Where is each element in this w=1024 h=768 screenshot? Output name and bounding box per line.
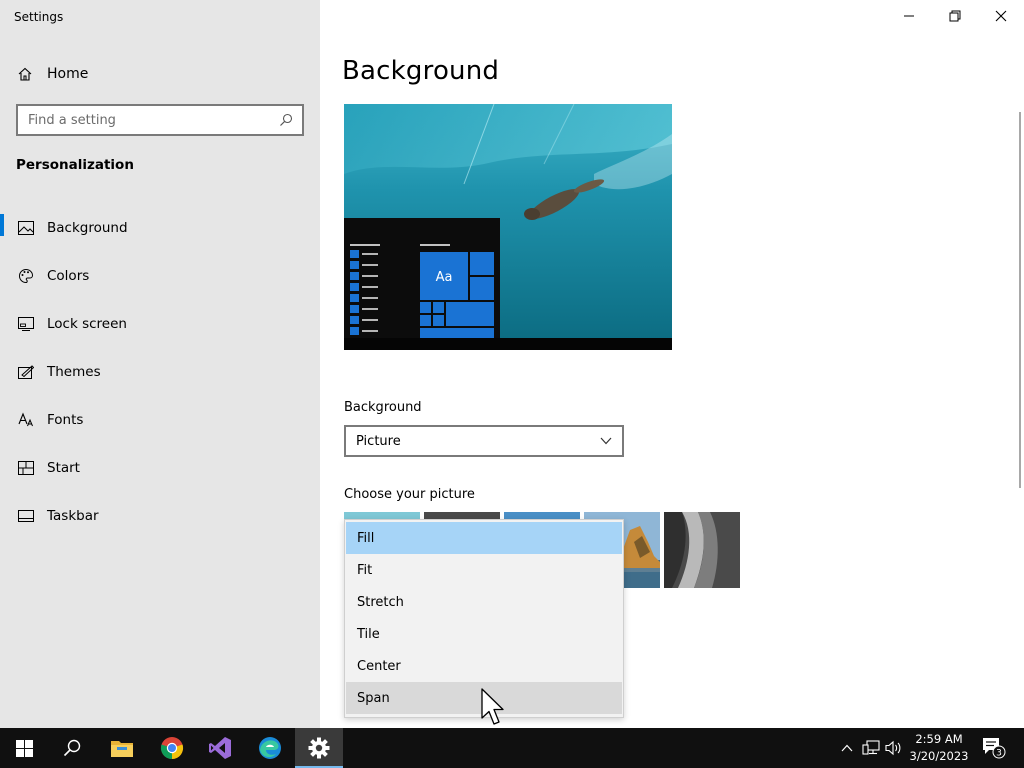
minimize-button[interactable]: [886, 0, 932, 32]
background-label: Background: [344, 400, 422, 415]
scrollbar[interactable]: [1019, 112, 1021, 488]
clock-date: 3/20/2023: [909, 749, 969, 763]
sidebar-nav: Background Colors Lock screen Themes Fon…: [0, 204, 320, 540]
search-box[interactable]: [16, 104, 304, 136]
settings-icon: [308, 737, 330, 759]
taskbar-clock[interactable]: 2:59 AM 3/20/2023: [906, 731, 972, 765]
network-icon: [862, 740, 880, 755]
chrome-button[interactable]: [148, 728, 196, 768]
network-button[interactable]: [860, 728, 882, 768]
sidebar-item-label: Lock screen: [47, 316, 127, 332]
preview-tile-text: Aa: [436, 270, 453, 285]
volume-icon: [885, 740, 901, 756]
fit-option-fit[interactable]: Fit: [346, 554, 622, 586]
fit-option-tile[interactable]: Tile: [346, 618, 622, 650]
search-input[interactable]: [28, 112, 278, 128]
visual-studio-button[interactable]: [196, 728, 244, 768]
fit-option-fill[interactable]: Fill: [346, 522, 622, 554]
sidebar-item-label: Fonts: [47, 412, 84, 428]
picture-thumbnail[interactable]: [664, 512, 740, 588]
home-link[interactable]: Home: [16, 63, 88, 85]
file-explorer-icon: [111, 741, 133, 757]
taskbar: 2:59 AM 3/20/2023 3: [0, 728, 1024, 768]
lock-screen-icon: [17, 315, 35, 333]
home-icon: [16, 65, 34, 83]
sidebar-item-background[interactable]: Background: [0, 204, 320, 252]
sidebar-item-taskbar[interactable]: Taskbar: [0, 492, 320, 540]
restore-icon: [949, 10, 961, 22]
section-title: Personalization: [16, 157, 134, 173]
background-type-select[interactable]: Picture: [344, 425, 624, 457]
sidebar-item-colors[interactable]: Colors: [0, 252, 320, 300]
windows-logo-icon: [15, 739, 33, 757]
fonts-icon: [17, 411, 35, 429]
sidebar-item-themes[interactable]: Themes: [0, 348, 320, 396]
visual-studio-icon: [209, 737, 231, 759]
chevron-up-icon: [841, 744, 853, 752]
restore-button[interactable]: [932, 0, 978, 32]
clock-time: 2:59 AM: [915, 732, 963, 746]
fit-option-stretch[interactable]: Stretch: [346, 586, 622, 618]
search-icon: [63, 739, 81, 757]
mouse-cursor-icon: [481, 688, 504, 725]
sidebar-item-label: Colors: [47, 268, 90, 284]
close-icon: [995, 10, 1007, 22]
background-type-value: Picture: [356, 433, 401, 449]
volume-button[interactable]: [884, 728, 904, 768]
search-icon[interactable]: [278, 112, 294, 128]
picture-icon: [17, 219, 35, 237]
start-icon: [17, 459, 35, 477]
home-label: Home: [47, 66, 89, 82]
sidebar-item-label: Start: [47, 460, 80, 476]
wallpaper-preview-image: Aa: [344, 104, 672, 350]
app-title: Settings: [14, 10, 64, 24]
page-title: Background: [342, 56, 500, 86]
sidebar-item-label: Themes: [47, 364, 101, 380]
fit-option-center[interactable]: Center: [346, 650, 622, 682]
chevron-down-icon: [600, 437, 612, 445]
edge-button[interactable]: [246, 728, 294, 768]
file-explorer-button[interactable]: [98, 728, 146, 768]
settings-button[interactable]: [295, 728, 343, 768]
palette-icon: [17, 267, 35, 285]
background-preview: Aa: [344, 104, 672, 350]
sidebar: Settings Home Personalization Background…: [0, 0, 320, 728]
notification-icon: 3: [983, 738, 1006, 759]
choose-picture-label: Choose your picture: [344, 487, 475, 502]
show-hidden-icons-button[interactable]: [838, 728, 856, 768]
minimize-icon: [904, 15, 914, 17]
action-center-button[interactable]: 3: [980, 728, 1008, 768]
notification-count: 3: [996, 749, 1002, 759]
close-button[interactable]: [978, 0, 1024, 32]
taskbar-icon: [17, 507, 35, 525]
sidebar-item-lock-screen[interactable]: Lock screen: [0, 300, 320, 348]
sidebar-item-start[interactable]: Start: [0, 444, 320, 492]
chrome-icon: [160, 737, 184, 760]
themes-icon: [17, 363, 35, 381]
edge-icon: [259, 737, 281, 759]
start-button[interactable]: [0, 728, 48, 768]
sidebar-item-label: Background: [47, 220, 128, 236]
thumbnail-image: [664, 512, 740, 588]
taskbar-search-button[interactable]: [48, 728, 96, 768]
sidebar-item-fonts[interactable]: Fonts: [0, 396, 320, 444]
sidebar-item-label: Taskbar: [47, 508, 99, 524]
